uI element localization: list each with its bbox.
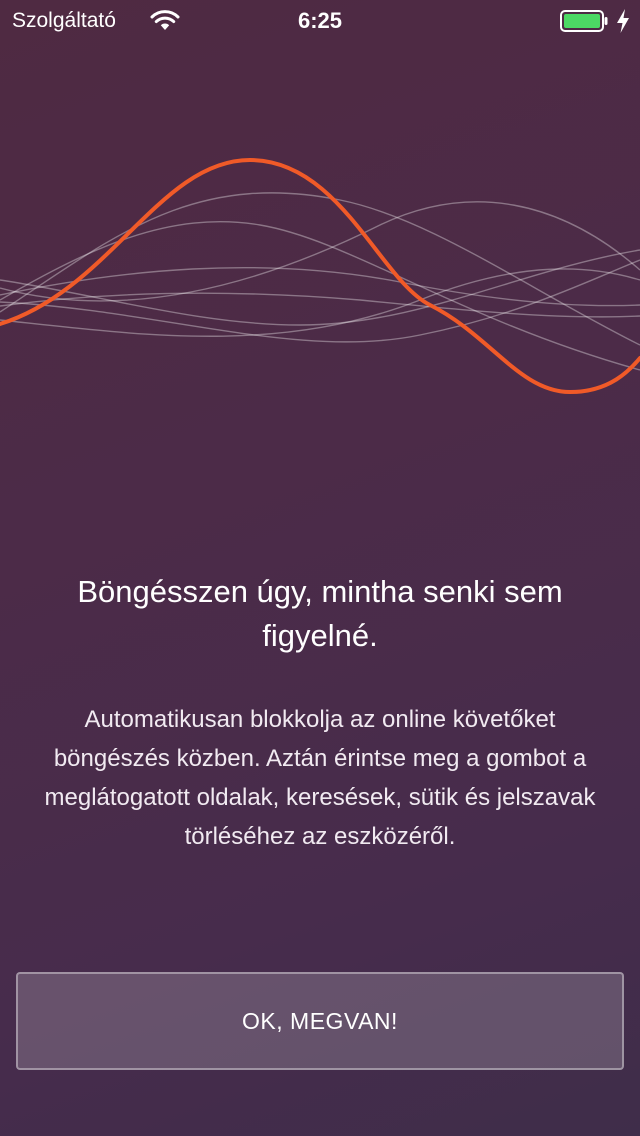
wave-line: [0, 292, 640, 318]
wave-line: [0, 249, 640, 326]
battery-full-icon: [560, 10, 608, 32]
bolt-icon: [617, 9, 629, 33]
sine-waves-illustration: [0, 157, 640, 395]
onboarding-description: Automatikusan blokkolja az online követő…: [44, 706, 596, 850]
ok-got-it-button[interactable]: OK, MEGVAN!: [16, 972, 624, 1070]
wave-line: [0, 192, 640, 346]
wave-line: [0, 201, 640, 302]
accent-wave-line: [0, 157, 640, 395]
status-bar: Szolgáltató 6:25: [0, 0, 640, 40]
status-time: 6:25: [297, 8, 343, 33]
onboarding-title: Böngésszen úgy, mintha senki sem figyeln…: [77, 574, 563, 653]
